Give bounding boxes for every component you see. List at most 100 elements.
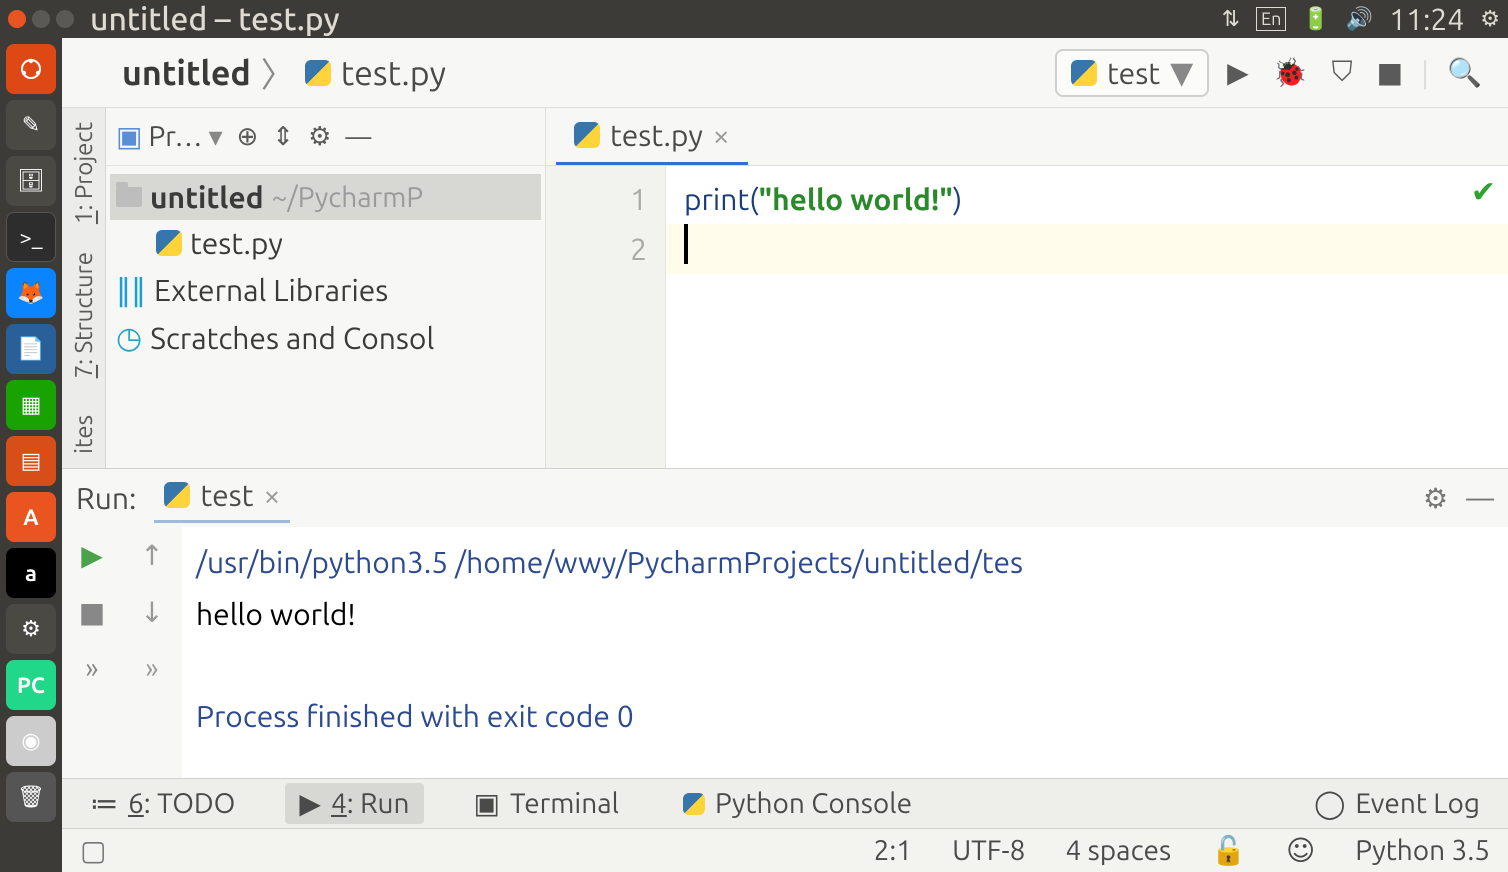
scratches-icon: ◷	[116, 320, 142, 356]
run-output-stdout: hello world!	[196, 597, 356, 631]
caret-position[interactable]: 2:1	[874, 835, 912, 866]
launcher-files-icon[interactable]: 🗄	[6, 156, 56, 206]
launcher-disc-icon[interactable]: ◉	[6, 716, 56, 766]
coverage-button[interactable]: ⛉	[1326, 56, 1359, 89]
launcher-settings-icon[interactable]: ⚙	[6, 604, 56, 654]
toolwindow-run-tab[interactable]: ▶ 4: Run	[285, 783, 423, 824]
clock[interactable]: 11:24	[1389, 2, 1464, 36]
inspection-profile-icon[interactable]: ☺	[1286, 834, 1315, 867]
more-actions-button[interactable]: »	[85, 653, 98, 684]
launcher-amazon-icon[interactable]: a	[6, 548, 56, 598]
readonly-lock-icon[interactable]: 🔓	[1211, 834, 1246, 867]
project-tree[interactable]: untitled ~/PycharmP test.py ‖‖ External …	[106, 166, 545, 468]
launcher-pycharm-icon[interactable]: PC	[6, 660, 56, 710]
inspection-ok-icon[interactable]: ✔	[1471, 174, 1496, 210]
python-icon	[683, 793, 705, 815]
toolwindow-project-tab[interactable]: 1: Project	[70, 108, 97, 238]
search-everywhere-button[interactable]: 🔍	[1441, 56, 1488, 89]
select-opened-file-button[interactable]: ⊕	[237, 121, 259, 152]
project-file-node[interactable]: test.py	[110, 220, 541, 266]
close-tab-icon[interactable]: ×	[263, 478, 280, 512]
toolwindow-event-log-tab[interactable]: ◯ Event Log	[1300, 783, 1494, 824]
toolwindow-python-console-tab[interactable]: Python Console	[669, 784, 926, 823]
project-view-selector[interactable]: ▣ Pr… ▾	[116, 120, 223, 153]
window-close-button[interactable]	[8, 10, 26, 28]
line-number: 1	[546, 174, 647, 224]
unity-launcher: ✎ 🗄 >_ 🦊 📄 ▦ ▤ A a ⚙ PC ◉ 🗑	[0, 38, 62, 872]
up-stacktrace-button[interactable]: ↑	[140, 539, 163, 572]
launcher-text-editor-icon[interactable]: ✎	[6, 100, 56, 150]
python-interpreter[interactable]: Python 3.5	[1355, 835, 1490, 866]
run-settings-button[interactable]: ⚙	[1423, 482, 1448, 515]
editor-tab-label: test.py	[610, 118, 703, 152]
launcher-impress-icon[interactable]: ▤	[6, 436, 56, 486]
editor-gutter: 1 2	[546, 166, 666, 468]
code-editor[interactable]: 1 2 ✔ print("hello world!")	[546, 166, 1508, 468]
hide-toolwindow-button[interactable]: —	[345, 122, 371, 151]
libraries-icon: ‖‖	[116, 272, 146, 308]
launcher-terminal-icon[interactable]: >_	[6, 212, 56, 262]
editor-tabs: test.py ×	[546, 108, 1508, 166]
network-icon[interactable]: ⇅	[1222, 6, 1240, 32]
code-line-1: print("hello world!")	[684, 174, 1490, 224]
editor-caret	[684, 224, 688, 264]
launcher-writer-icon[interactable]: 📄	[6, 324, 56, 374]
close-tab-icon[interactable]: ×	[713, 118, 730, 152]
chevron-down-icon: ▼	[1170, 55, 1193, 91]
breadcrumb[interactable]: untitled 〉 test.py	[122, 48, 1043, 97]
toolwindow-structure-tab[interactable]: 7: Structure	[70, 238, 97, 392]
window-maximize-button[interactable]	[56, 10, 74, 28]
run-console-output[interactable]: /usr/bin/python3.5 /home/wwy/PycharmProj…	[182, 527, 1508, 778]
file-encoding[interactable]: UTF-8	[952, 835, 1025, 866]
project-root-node[interactable]: untitled ~/PycharmP	[110, 174, 541, 220]
indent-settings[interactable]: 4 spaces	[1065, 835, 1171, 866]
debug-button[interactable]: 🐞	[1267, 56, 1314, 89]
run-config-selector[interactable]: test ▼	[1055, 49, 1209, 97]
toolwindows-toggle-icon[interactable]: ▢	[80, 834, 106, 867]
editor-content[interactable]: ✔ print("hello world!")	[666, 166, 1508, 468]
launcher-calc-icon[interactable]: ▦	[6, 380, 56, 430]
system-menu-icon[interactable]: ⚙	[1480, 6, 1500, 32]
window-title: untitled – test.py	[90, 1, 1222, 37]
status-bar: ▢ 2:1 UTF-8 4 spaces 🔓 ☺ Python 3.5	[62, 828, 1508, 872]
volume-icon[interactable]: 🔊	[1346, 6, 1373, 32]
launcher-dash-icon[interactable]	[6, 44, 56, 94]
run-icon: ▶	[299, 787, 321, 820]
run-button[interactable]: ▶	[1221, 56, 1255, 89]
editor-tab-testpy[interactable]: test.py ×	[556, 108, 748, 165]
line-number: 2	[546, 224, 647, 274]
external-libraries-node[interactable]: ‖‖ External Libraries	[110, 266, 541, 314]
collapse-all-button[interactable]: ⇕	[272, 121, 294, 152]
project-root-name: untitled	[150, 180, 264, 214]
stop-button[interactable]: ■	[1371, 56, 1409, 89]
python-file-icon	[1071, 60, 1097, 86]
project-file-name: test.py	[190, 226, 283, 260]
launcher-software-icon[interactable]: A	[6, 492, 56, 542]
battery-icon[interactable]: 🔋	[1302, 6, 1329, 32]
chevron-right-icon: 〉	[261, 48, 295, 97]
more-nav-button[interactable]: »	[145, 653, 158, 684]
keyboard-language-indicator[interactable]: En	[1256, 7, 1286, 31]
toolwindow-terminal-tab[interactable]: ▣ Terminal	[460, 783, 633, 824]
rerun-button[interactable]: ▶	[81, 539, 103, 572]
stop-button[interactable]: ■	[79, 596, 105, 629]
window-minimize-button[interactable]	[32, 10, 50, 28]
down-stacktrace-button[interactable]: ↓	[140, 596, 163, 629]
toolwindow-favorites-tab[interactable]: ites	[70, 401, 97, 468]
launcher-firefox-icon[interactable]: 🦊	[6, 268, 56, 318]
toolwindow-todo-tab[interactable]: ≔ 6: TODO	[76, 783, 249, 824]
launcher-trash-icon[interactable]: 🗑	[6, 772, 56, 822]
breadcrumb-file[interactable]: test.py	[341, 54, 446, 92]
hide-run-toolwindow-button[interactable]: —	[1466, 483, 1494, 514]
window-icon: ▣	[116, 120, 142, 153]
run-toolwindow-header: Run: test × ⚙ —	[62, 469, 1508, 527]
scratches-node[interactable]: ◷ Scratches and Consol	[110, 314, 541, 362]
folder-icon	[116, 187, 142, 207]
editor-pane: test.py × 1 2 ✔ print("hello world!")	[546, 108, 1508, 468]
run-tab-test[interactable]: test ×	[154, 474, 290, 523]
python-file-icon	[305, 60, 331, 86]
window-controls	[8, 10, 74, 28]
pycharm-window: untitled 〉 test.py test ▼ ▶ 🐞 ⛉ ■ | 🔍 1:…	[62, 38, 1508, 872]
breadcrumb-project[interactable]: untitled	[122, 54, 251, 92]
toolwindow-settings-button[interactable]: ⚙	[308, 121, 331, 152]
